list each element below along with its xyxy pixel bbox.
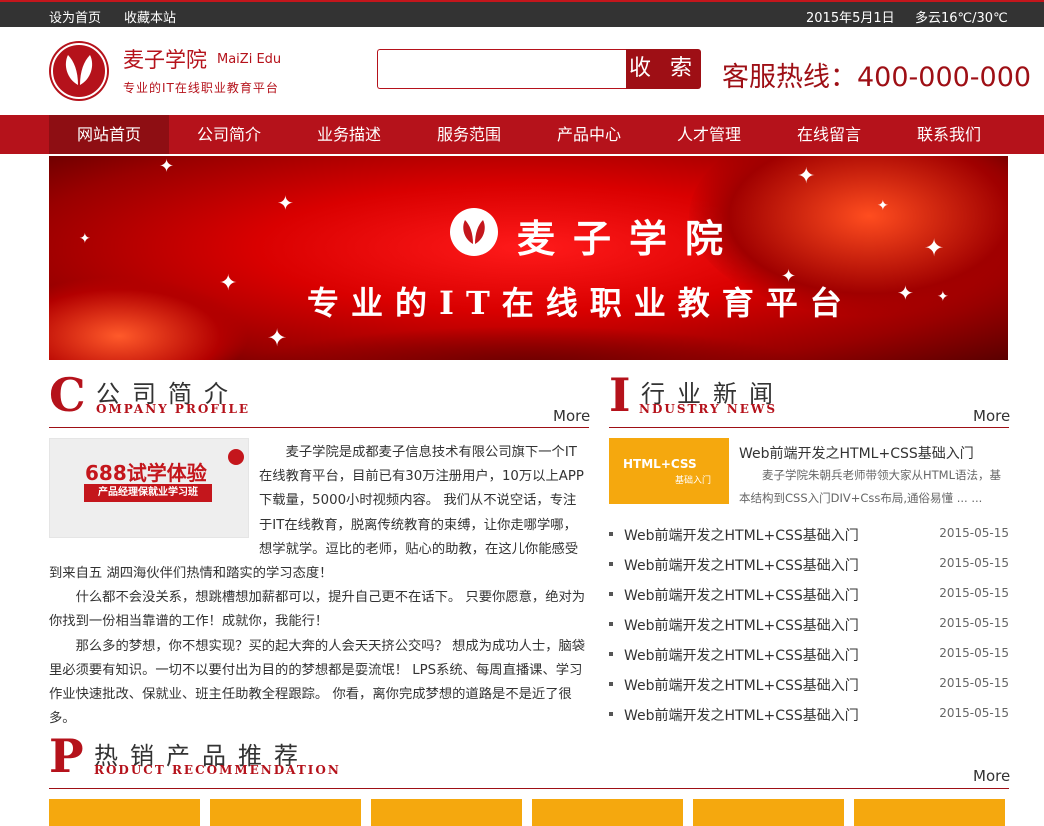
sparkle-icon: ✦: [159, 156, 175, 177]
news-date: 2015-05-15: [939, 556, 1009, 570]
divider: [49, 427, 589, 428]
news-item[interactable]: Web前端开发之HTML+CSS基础入门 2015-05-15: [609, 613, 1009, 635]
nav-item-about[interactable]: 公司简介: [169, 115, 289, 154]
featured-news-title[interactable]: Web前端开发之HTML+CSS基础入门: [739, 443, 974, 463]
section-letter-i: I: [609, 368, 631, 422]
news-date: 2015-05-15: [939, 676, 1009, 690]
customer-hotline: 客服热线：400-000-000: [722, 62, 1032, 93]
bullet-icon: [609, 622, 613, 626]
sparkle-icon: ✦: [797, 164, 816, 189]
intro-paragraph: 那么多的梦想，你不想实现？买的起大奔的人会天天挤公交吗？ 想成为成功人士，脑袋里…: [49, 638, 586, 727]
news-thumbnail[interactable]: HTML+CSS 基础入门: [609, 438, 729, 504]
brand-slogan: 专业的IT在线职业教育平台: [123, 81, 279, 95]
news-item[interactable]: Web前端开发之HTML+CSS基础入门 2015-05-15: [609, 673, 1009, 695]
bullet-icon: [609, 652, 613, 656]
thumb-subtitle: 基础入门: [675, 476, 712, 486]
news-date: 2015-05-15: [939, 706, 1009, 720]
news-item[interactable]: Web前端开发之HTML+CSS基础入门 2015-05-15: [609, 583, 1009, 605]
sparkle-icon: ✦: [937, 289, 949, 305]
news-item[interactable]: Web前端开发之HTML+CSS基础入门 2015-05-15: [609, 553, 1009, 575]
bullet-icon: [609, 532, 613, 536]
top-bar: 设为首页 收藏本站 2015年5月1日 多云16℃/30℃: [0, 0, 1044, 27]
banner-logo-icon: [450, 208, 498, 256]
nav-item-contact[interactable]: 联系我们: [889, 115, 1009, 154]
current-date: 2015年5月1日: [806, 11, 895, 26]
sparkle-icon: ✦: [877, 198, 889, 214]
banner-title: 麦子学院: [517, 216, 742, 261]
news-title[interactable]: Web前端开发之HTML+CSS基础入门: [624, 615, 859, 635]
hero-banner[interactable]: ✦ ✦ ✦ ✦ ✦ ✦ ✦ ✦ ✦ ✦ ✦ 麦子学院 专业的IT在线职业教育平台: [49, 156, 1008, 360]
sparkle-icon: ✦: [79, 231, 91, 247]
section-letter-p: P: [49, 729, 84, 783]
news-title[interactable]: Web前端开发之HTML+CSS基础入门: [624, 705, 859, 725]
main-nav: 网站首页 公司简介 业务描述 服务范围 产品中心 人才管理 在线留言 联系我们: [0, 115, 1044, 154]
weather-info: 多云16℃/30℃: [915, 11, 1008, 26]
banner-subtitle: 专业的IT在线职业教育平台: [307, 284, 854, 322]
news-title[interactable]: Web前端开发之HTML+CSS基础入门: [624, 525, 859, 545]
product-card[interactable]: [693, 799, 844, 826]
bookmark-link[interactable]: 收藏本站: [124, 7, 176, 26]
news-date: 2015-05-15: [939, 586, 1009, 600]
divider: [49, 788, 1009, 789]
product-card[interactable]: [371, 799, 522, 826]
nav-item-home[interactable]: 网站首页: [49, 115, 169, 154]
products-more-link[interactable]: More: [973, 767, 1010, 785]
sparkle-icon: ✦: [267, 324, 288, 352]
news-title[interactable]: Web前端开发之HTML+CSS基础入门: [624, 585, 859, 605]
news-item[interactable]: Web前端开发之HTML+CSS基础入门 2015-05-15: [609, 703, 1009, 725]
news-item[interactable]: Web前端开发之HTML+CSS基础入门 2015-05-15: [609, 523, 1009, 545]
product-card[interactable]: [532, 799, 683, 826]
bullet-icon: [609, 682, 613, 686]
logo-icon[interactable]: [49, 41, 109, 101]
shadow-decoration: [249, 326, 809, 360]
nav-item-message[interactable]: 在线留言: [769, 115, 889, 154]
news-title[interactable]: Web前端开发之HTML+CSS基础入门: [624, 645, 859, 665]
nav-item-business[interactable]: 业务描述: [289, 115, 409, 154]
set-homepage-link[interactable]: 设为首页: [49, 7, 101, 26]
nav-item-services[interactable]: 服务范围: [409, 115, 529, 154]
product-card[interactable]: [854, 799, 1005, 826]
thumb-title: HTML+CSS: [623, 457, 697, 471]
nav-item-products[interactable]: 产品中心: [529, 115, 649, 154]
nav-item-talent[interactable]: 人才管理: [649, 115, 769, 154]
product-card[interactable]: [210, 799, 361, 826]
product-card[interactable]: [49, 799, 200, 826]
section-subtitle-company: OMPANY PROFILE: [96, 402, 251, 416]
sparkle-icon: ✦: [924, 234, 945, 262]
intro-paragraph: 什么都不会没关系，想跳槽想加薪都可以，提升自己更不在话下。 只要你愿意，绝对为你…: [49, 590, 586, 630]
news-date: 2015-05-15: [939, 526, 1009, 540]
sparkle-icon: ✦: [219, 271, 238, 296]
search-input[interactable]: [377, 49, 627, 89]
featured-news-desc: 麦子学院朱朝兵老师带领大家从HTML语法，基本结构到CSS入门DIV+Css布局…: [739, 468, 1001, 505]
news-title[interactable]: Web前端开发之HTML+CSS基础入门: [624, 555, 859, 575]
section-subtitle-news: NDUSTRY NEWS: [639, 402, 778, 416]
news-date: 2015-05-15: [939, 616, 1009, 630]
sparkle-icon: ✦: [897, 281, 914, 305]
brand-name: 麦子学院: [123, 48, 207, 72]
news-more-link[interactable]: More: [973, 407, 1010, 425]
bullet-icon: [609, 562, 613, 566]
company-more-link[interactable]: More: [553, 407, 590, 425]
news-title[interactable]: Web前端开发之HTML+CSS基础入门: [624, 675, 859, 695]
bullet-icon: [609, 592, 613, 596]
search-button[interactable]: 收 索: [626, 49, 701, 89]
news-item[interactable]: Web前端开发之HTML+CSS基础入门 2015-05-15: [609, 643, 1009, 665]
section-subtitle-products: RODUCT RECOMMENDATION: [94, 763, 341, 777]
brand-name-en: MaiZi Edu: [217, 52, 282, 67]
divider: [609, 427, 1009, 428]
company-intro: 麦子学院是成都麦子信息技术有限公司旗下一个IT在线教育平台，目前已有30万注册用…: [49, 441, 589, 731]
bullet-icon: [609, 712, 613, 716]
news-date: 2015-05-15: [939, 646, 1009, 660]
sparkle-icon: ✦: [277, 191, 294, 215]
section-letter-c: C: [49, 368, 86, 422]
